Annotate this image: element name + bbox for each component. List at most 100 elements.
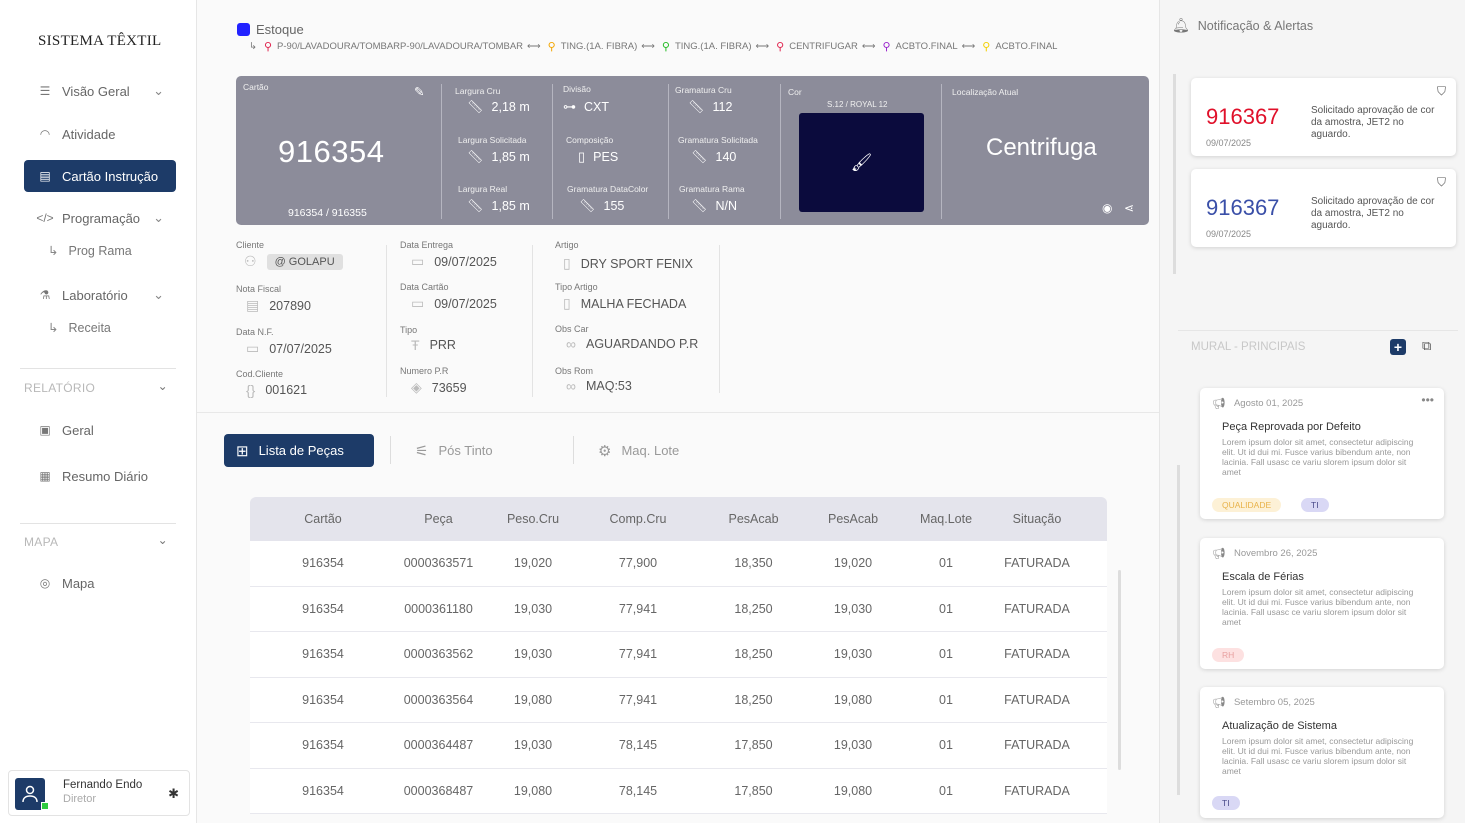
- post-tag-qualidade[interactable]: QUALIDADE: [1212, 498, 1282, 512]
- cartao-label: Cartão: [243, 82, 269, 92]
- process-step: TING.(1A. FIBRA): [674, 41, 752, 52]
- code-icon: </>: [36, 211, 54, 225]
- users-icon: ⚇: [244, 253, 257, 269]
- sidebar-subitem-receita[interactable]: ↳ Receita: [48, 320, 111, 336]
- app-title: SISTEMA TÊXTIL: [38, 33, 162, 49]
- sidebar-item-cartao-instrucao[interactable]: ▤ Cartão Instrução: [24, 160, 176, 192]
- cor-name: S.12 / ROYAL 12: [827, 100, 888, 109]
- sidebar-item-label: Receita: [68, 320, 111, 335]
- largura-solicitada-label: Largura Solicitada: [458, 135, 527, 145]
- table-row[interactable]: 916354 0000361180 19,030 77,941 18,250 19,030…: [250, 586, 1107, 632]
- post-tag-ti[interactable]: TI: [1212, 796, 1240, 810]
- tab-pos-tinto[interactable]: ⚟ Pós Tinto: [415, 434, 493, 467]
- gear-icon[interactable]: ✱: [168, 786, 179, 802]
- notification-card[interactable]: 916367 09/07/2025 Solicitado aprovação d…: [1191, 169, 1456, 247]
- user-panel[interactable]: Fernando Endo Diretor ✱: [8, 770, 190, 816]
- bookmark-icon[interactable]: ⛉: [1437, 175, 1446, 190]
- details-divider: [386, 245, 387, 397]
- mural-post[interactable]: 📢︎ Novembro 26, 2025 Escala de Férias Lor…: [1200, 538, 1444, 669]
- column-header[interactable]: Cartão: [250, 512, 396, 526]
- edit-icon[interactable]: ✎: [414, 84, 424, 99]
- sidebar-item-visao-geral[interactable]: ☰ Visão Geral ⌄: [24, 75, 176, 107]
- table-row[interactable]: 916354 0000364487 19,030 78,145 17,850 19,030…: [250, 723, 1107, 769]
- ruler-icon: 📏︎: [688, 99, 705, 114]
- sidebar-item-label: Geral: [62, 422, 94, 438]
- column-header[interactable]: Peça: [396, 512, 481, 526]
- column-header[interactable]: PesAcab: [691, 512, 816, 526]
- table-cell: FATURADA: [1004, 738, 1070, 753]
- pin-icon: ⚲: [547, 41, 556, 53]
- table-row[interactable]: 916354 0000368487 19,080 78,145 17,850 19,080…: [250, 768, 1107, 814]
- section-relatorio[interactable]: RELATÓRIO ⌄: [24, 379, 174, 395]
- breadcrumb-title[interactable]: Estoque: [237, 22, 304, 37]
- color-swatch[interactable]: 🖌︎: [799, 113, 924, 212]
- composicao-label: Composição: [566, 135, 614, 145]
- largura-cru-value: 📏︎ 2,18 m: [467, 99, 530, 115]
- divisao-value: ⊶ CXT: [563, 99, 609, 115]
- stock-color-icon: [237, 23, 250, 36]
- obs-car: AGUARDANDO P.R: [585, 337, 699, 351]
- notification-card[interactable]: 916367 09/07/2025 Solicitado aprovação d…: [1191, 78, 1456, 156]
- sidebar-item-label: Visão Geral: [62, 83, 130, 99]
- composicao-value: ▯ PES: [578, 149, 618, 165]
- table-row[interactable]: 916354 0000363571 19,020 77,900 18,350 19,020…: [250, 541, 1107, 587]
- table-cell: 0000363562: [403, 647, 474, 662]
- column-header[interactable]: Situação: [1002, 512, 1072, 526]
- notifications-scrollbar[interactable]: [1173, 74, 1176, 274]
- tipo-artigo: MALHA FECHADA: [580, 296, 687, 311]
- sidebar-item-label: Mapa: [62, 575, 95, 591]
- bell-icon[interactable]: 🔔︎: [1172, 17, 1190, 34]
- sidebar-item-geral[interactable]: ▣ Geral: [24, 414, 176, 446]
- table-cell: 916354: [302, 601, 344, 616]
- column-header[interactable]: Maq.Lote: [890, 512, 1002, 526]
- sidebar-item-mapa[interactable]: ◎ Mapa: [24, 567, 176, 599]
- data-entrega-value: ▭ 09/07/2025: [411, 253, 497, 270]
- tab-maq-lote[interactable]: ⚙ Maq. Lote: [598, 434, 679, 467]
- double-arrow-icon: ⟷: [861, 41, 876, 52]
- cliente-tag: @ GOLAPU: [266, 253, 343, 270]
- sidebar-subitem-prog-rama[interactable]: ↳ Prog Rama: [48, 243, 132, 259]
- mural-scrollbar[interactable]: [1177, 465, 1180, 795]
- mural-post[interactable]: 📢︎ Agosto 01, 2025 ••• Peça Reprovada por…: [1200, 388, 1444, 519]
- ruler-icon: 📏︎: [467, 99, 484, 114]
- table-cell: FATURADA: [1004, 692, 1070, 707]
- location-pin-icon[interactable]: ◉: [1102, 201, 1112, 215]
- mural-post[interactable]: 📢︎ Setembro 05, 2025 Atualização de Siste…: [1200, 687, 1444, 818]
- cliente-value: ⚇ @ GOLAPU: [244, 253, 343, 270]
- cartao-number: 916354: [278, 134, 385, 169]
- column-header[interactable]: PesAcab: [816, 512, 890, 526]
- pin-icon: ⚲: [661, 41, 670, 53]
- table-row[interactable]: 916354 0000363564 19,080 77,941 18,250 19,080…: [250, 677, 1107, 723]
- tipo-value: Ŧ PRR: [411, 337, 456, 353]
- post-tag-rh[interactable]: RH: [1212, 648, 1245, 662]
- post-tag-ti[interactable]: TI: [1301, 498, 1329, 512]
- sidebar-item-atividade[interactable]: ◠ Atividade: [24, 118, 176, 150]
- table-row[interactable]: 916354 0000363562 19,030 77,941 18,250 19,030…: [250, 632, 1107, 678]
- tab-lista-pecas[interactable]: ⊞ Lista de Peças: [224, 434, 374, 467]
- sidebar-item-laboratorio[interactable]: ⚗ Laboratório ⌄: [24, 279, 176, 311]
- column-header[interactable]: Comp.Cru: [585, 512, 691, 526]
- data-cartao-value: ▭ 09/07/2025: [411, 295, 497, 312]
- table-scrollbar[interactable]: [1118, 570, 1121, 770]
- gramatura-rama: N/N: [715, 199, 738, 213]
- table-cell: 0000361180: [404, 601, 473, 616]
- sidebar-divider: [20, 523, 176, 524]
- sidebar-item-programacao[interactable]: </> Programação ⌄: [24, 202, 176, 234]
- flask-icon: ⚗: [39, 288, 51, 302]
- column-header[interactable]: Peso.Cru: [481, 512, 585, 526]
- table-cell: 916354: [302, 783, 344, 798]
- share-icon[interactable]: ⋖: [1124, 201, 1134, 215]
- sidebar-item-label: Resumo Diário: [62, 468, 148, 484]
- cliente-label: Cliente: [236, 240, 265, 250]
- more-options-icon[interactable]: •••: [1421, 393, 1434, 407]
- localizacao-label: Localização Atual: [952, 87, 1019, 97]
- add-post-button[interactable]: +: [1390, 339, 1406, 355]
- open-external-icon[interactable]: ⧉: [1422, 338, 1431, 354]
- bookmark-icon[interactable]: ⛉: [1437, 84, 1446, 99]
- process-step: ACBTO.FINAL: [895, 41, 958, 52]
- gramatura-datacolor-value: 📏︎ 155: [579, 198, 624, 214]
- sidebar-item-resumo-diario[interactable]: ▦ Resumo Diário: [24, 460, 176, 492]
- section-mapa[interactable]: MAPA ⌄: [24, 533, 174, 549]
- gramatura-rama-label: Gramatura Rama: [679, 184, 745, 194]
- data-entrega-label: Data Entrega: [400, 240, 454, 250]
